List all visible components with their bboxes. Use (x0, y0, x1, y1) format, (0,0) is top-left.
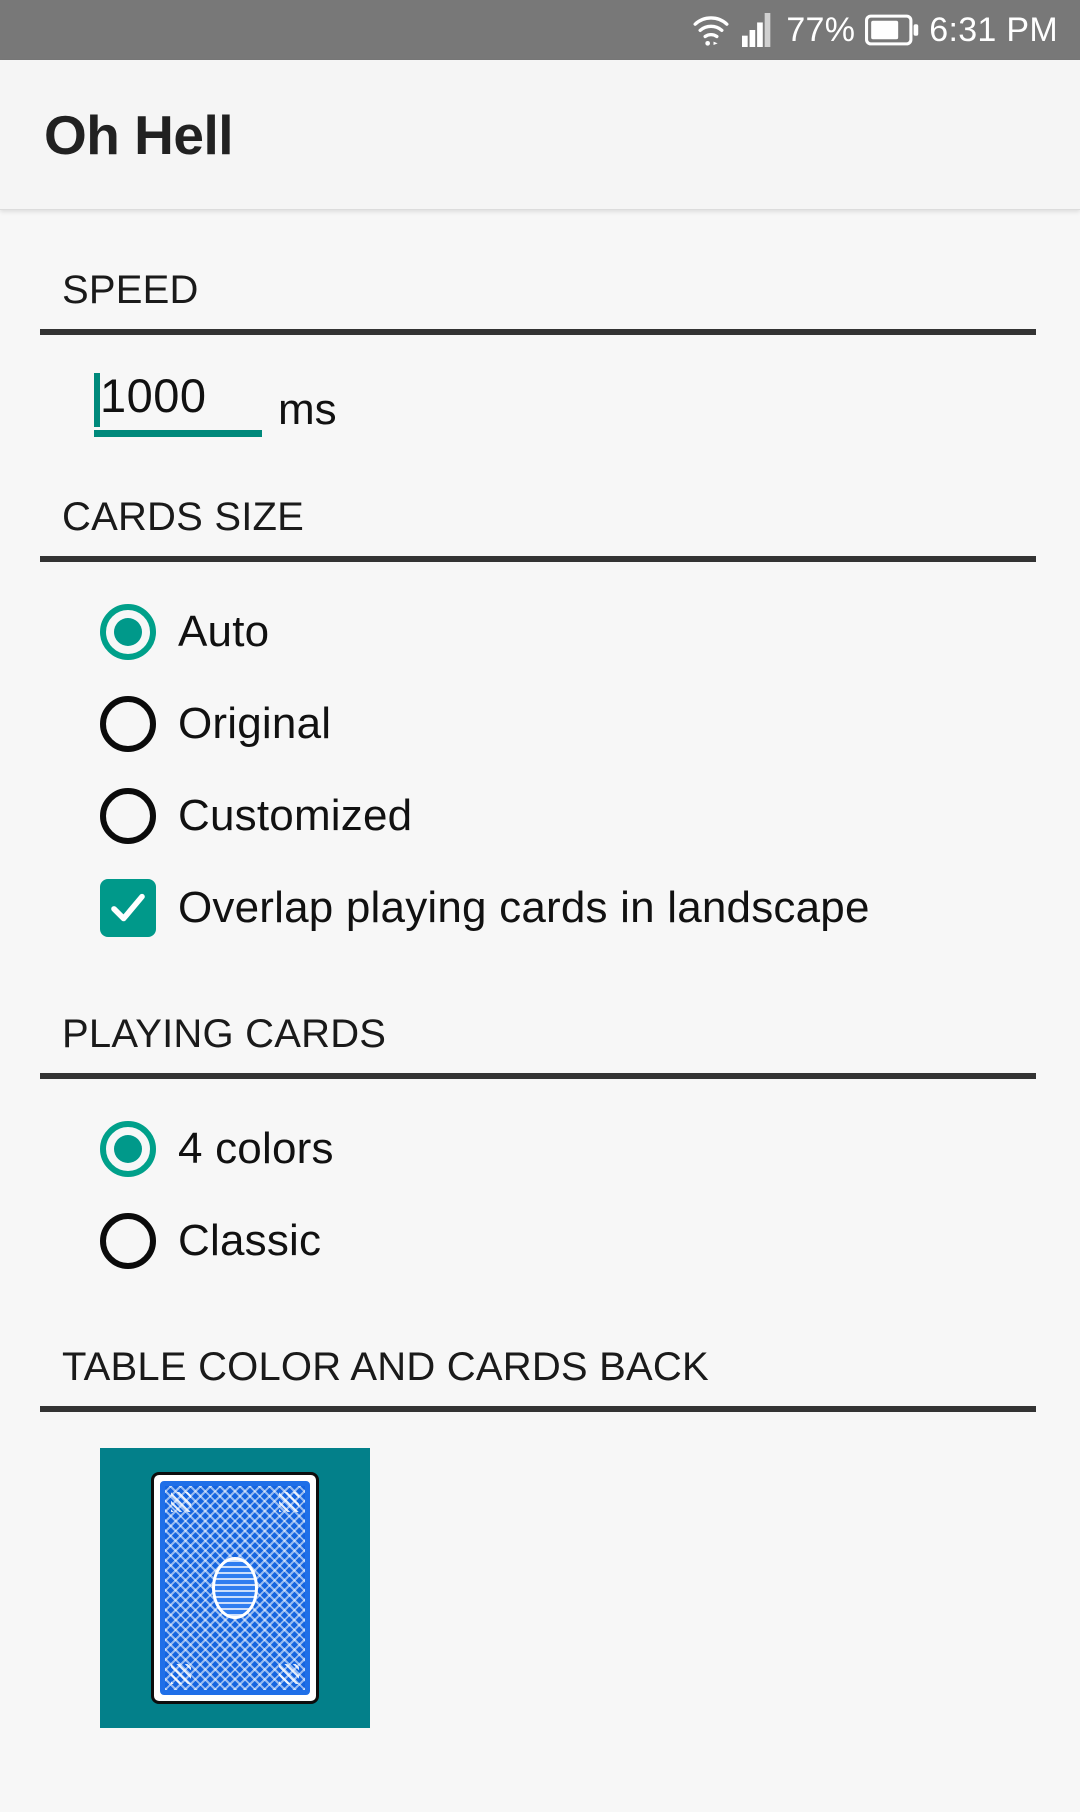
radio-row-classic[interactable]: Classic (0, 1195, 1080, 1287)
checkbox-overlap-landscape-label: Overlap playing cards in landscape (178, 883, 870, 933)
checkbox-row-overlap-landscape[interactable]: Overlap playing cards in landscape (0, 862, 1080, 954)
speed-input-underline (94, 430, 262, 438)
status-bar: 77% 6:31 PM (0, 0, 1080, 60)
section-header-speed: SPEED (62, 268, 199, 312)
speed-input-row: 1000 ms (0, 335, 1080, 438)
radio-row-4-colors[interactable]: 4 colors (0, 1103, 1080, 1195)
settings-content: SPEED 1000 ms CARDS SIZE Auto Original C… (0, 210, 1080, 1812)
section-speed: SPEED 1000 ms (0, 210, 1080, 438)
clock-label: 6:31 PM (929, 11, 1058, 49)
table-color-swatch[interactable] (100, 1448, 370, 1729)
radio-original-icon[interactable] (100, 696, 156, 753)
battery-percent-label: 77% (786, 11, 856, 49)
speed-input[interactable]: 1000 (94, 369, 262, 438)
radio-classic-label: Classic (178, 1216, 322, 1266)
card-back-corner-ornament-icon (171, 1492, 191, 1513)
radio-row-original[interactable]: Original (0, 678, 1080, 770)
radio-auto-icon[interactable] (100, 604, 156, 661)
radio-auto-label: Auto (178, 607, 270, 657)
radio-classic-icon[interactable] (100, 1213, 156, 1270)
page-title: Oh Hell (44, 103, 234, 166)
section-table-color: TABLE COLOR AND CARDS BACK (0, 1287, 1080, 1729)
card-back-preview[interactable] (151, 1472, 319, 1705)
cell-signal-icon (742, 12, 776, 48)
card-back-corner-ornament-icon (279, 1664, 299, 1685)
battery-icon (865, 13, 919, 47)
speed-unit-label: ms (278, 385, 337, 435)
section-cards-size: CARDS SIZE Auto Original Customized Over… (0, 437, 1080, 954)
radio-4-colors-icon[interactable] (100, 1121, 156, 1178)
radio-row-auto[interactable]: Auto (0, 586, 1080, 678)
wifi-icon (690, 10, 732, 50)
speed-input-value: 1000 (100, 369, 207, 422)
section-divider-playing-cards (40, 1073, 1036, 1080)
checkmark-icon[interactable] (100, 879, 156, 938)
table-color-preview-wrap (0, 1412, 1080, 1729)
section-header-cards-size: CARDS SIZE (62, 495, 305, 540)
radio-customized-icon[interactable] (100, 788, 156, 845)
card-back-pattern-icon (160, 1481, 310, 1696)
text-caret (94, 373, 100, 427)
radio-row-customized[interactable]: Customized (0, 770, 1080, 862)
radio-4-colors-label: 4 colors (178, 1124, 334, 1174)
radio-original-label: Original (178, 699, 332, 749)
section-divider-cards-size (40, 556, 1036, 563)
section-playing-cards: PLAYING CARDS 4 colors Classic (0, 954, 1080, 1287)
card-back-corner-ornament-icon (171, 1664, 191, 1685)
app-bar: Oh Hell (0, 60, 1080, 210)
radio-customized-label: Customized (178, 791, 413, 841)
card-back-corner-ornament-icon (279, 1492, 299, 1513)
section-header-playing-cards: PLAYING CARDS (62, 1012, 387, 1057)
section-header-table-color: TABLE COLOR AND CARDS BACK (62, 1345, 709, 1390)
card-back-medallion-icon (212, 1557, 258, 1620)
